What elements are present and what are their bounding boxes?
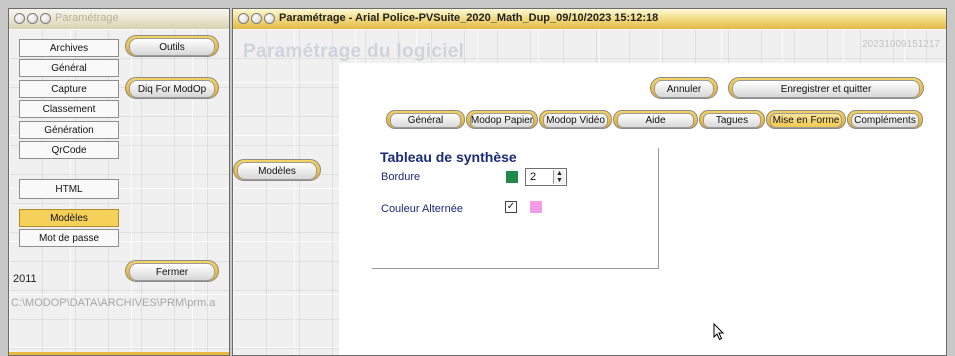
tab-label: Tagues: [703, 113, 761, 128]
nav-label: Génération: [44, 124, 94, 136]
nav-label: Classement: [42, 103, 96, 115]
tab-aide[interactable]: Aide: [613, 110, 698, 129]
save-and-quit-button[interactable]: Enregistrer et quitter: [728, 77, 924, 99]
section-title: Tableau de synthèse: [380, 149, 517, 165]
nav-qrcode-button[interactable]: QrCode: [19, 141, 119, 159]
nav-modeles-button[interactable]: Modèles: [19, 209, 119, 227]
outils-label: Outils: [129, 38, 215, 56]
bordure-width-stepper[interactable]: 2 ▲ ▼: [525, 168, 567, 186]
minimize-icon[interactable]: [27, 13, 38, 24]
tab-label: Modop Papier: [470, 113, 534, 128]
tab-label: Mise en Forme: [770, 113, 842, 128]
left-titlebar[interactable]: Paramétrage: [9, 9, 229, 30]
tab-mise-en-forme[interactable]: Mise en Forme: [766, 110, 846, 129]
fermer-button[interactable]: Fermer: [125, 260, 219, 282]
modeles-side-label: Modèles: [237, 162, 317, 180]
nav-label: Général: [51, 62, 87, 74]
annuler-button[interactable]: Annuler: [650, 77, 718, 99]
diq-for-modop-button[interactable]: Diq For ModOp: [125, 77, 219, 99]
zoom-icon[interactable]: [40, 13, 51, 24]
stepper-arrows-icon[interactable]: ▲ ▼: [553, 170, 565, 184]
page-title: Paramétrage du logiciel: [243, 41, 465, 62]
minimize-icon[interactable]: [251, 13, 262, 24]
zoom-icon[interactable]: [264, 13, 275, 24]
nav-label: Mot de passe: [38, 232, 100, 244]
annuler-label: Annuler: [654, 80, 714, 98]
nav-general-button[interactable]: Général: [19, 59, 119, 77]
nav-capture-button[interactable]: Capture: [19, 80, 119, 98]
tab-label: Compléments: [851, 113, 919, 128]
nav-label: Capture: [51, 83, 87, 95]
bordure-value: 2: [530, 171, 537, 183]
left-content: Archives Général Capture Classement Géné…: [9, 29, 229, 355]
fermer-label: Fermer: [129, 263, 215, 281]
archive-path: C:\MODOP\DATA\ARCHIVES\PRM\prm.a: [11, 297, 216, 309]
timestamp-label: 20231009151217: [862, 39, 940, 50]
nav-label: Archives: [49, 42, 89, 54]
nav-classement-button[interactable]: Classement: [19, 100, 119, 118]
nav-label: Modèles: [50, 212, 88, 224]
close-icon[interactable]: [238, 13, 249, 24]
bordure-label: Bordure: [381, 171, 421, 183]
diq-label: Diq For ModOp: [129, 80, 215, 98]
nav-label: QrCode: [51, 144, 87, 156]
mouse-cursor-icon: [713, 323, 725, 341]
main-titlebar[interactable]: Paramétrage - Arial Police-PVSuite_2020_…: [233, 9, 946, 30]
alt-color-label: Couleur Alternée: [381, 203, 463, 215]
left-bottom-bar: [9, 352, 229, 355]
tab-label: Modop Vidéo: [543, 113, 608, 128]
tab-label: Aide: [617, 113, 694, 128]
nav-generation-button[interactable]: Génération: [19, 121, 119, 139]
year-label: 2011: [13, 273, 37, 285]
left-window: Paramétrage Archives Général Capture Cla…: [8, 8, 230, 356]
nav-motdepasse-button[interactable]: Mot de passe: [19, 229, 119, 247]
nav-html-button[interactable]: HTML: [19, 179, 119, 199]
tab-tagues[interactable]: Tagues: [699, 110, 765, 129]
close-icon[interactable]: [14, 13, 25, 24]
alt-color-swatch[interactable]: [530, 201, 542, 213]
nav-label: HTML: [55, 183, 83, 195]
alt-color-checkbox[interactable]: ✓: [505, 201, 517, 213]
left-window-title: Paramétrage: [55, 12, 119, 24]
tab-modop-papier[interactable]: Modop Papier: [466, 110, 538, 129]
outils-button[interactable]: Outils: [125, 35, 219, 57]
main-window-title: Paramétrage - Arial Police-PVSuite_2020_…: [279, 12, 659, 24]
tab-modop-video[interactable]: Modop Vidéo: [539, 110, 612, 129]
tab-complements[interactable]: Compléments: [847, 110, 923, 129]
tab-general[interactable]: Général: [386, 110, 465, 129]
tab-label: Général: [390, 113, 461, 128]
nav-archives-button[interactable]: Archives: [19, 39, 119, 57]
bordure-color-swatch[interactable]: [506, 171, 518, 183]
save-and-quit-label: Enregistrer et quitter: [732, 80, 920, 98]
modeles-side-button[interactable]: Modèles: [233, 159, 321, 181]
